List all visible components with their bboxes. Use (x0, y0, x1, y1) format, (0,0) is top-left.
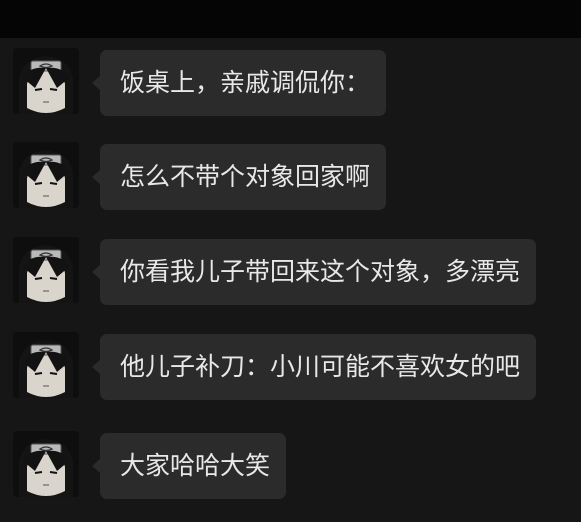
chat-area[interactable]: 饭桌上，亲戚调侃你： 怎么不带个对象回家啊 你看我儿子带回来这个对象，多漂亮 他… (0, 38, 581, 522)
chat-message: 他儿子补刀：小川可能不喜欢女的吧 (0, 326, 581, 400)
chat-message: 饭桌上，亲戚调侃你： (0, 42, 581, 116)
avatar-icon (13, 431, 79, 497)
avatar[interactable] (13, 431, 79, 497)
avatar[interactable] (13, 332, 79, 398)
message-bubble[interactable]: 他儿子补刀：小川可能不喜欢女的吧 (91, 334, 537, 400)
chat-message: 你看我儿子带回来这个对象，多漂亮 (0, 231, 581, 305)
top-bar (0, 0, 581, 38)
avatar[interactable] (13, 48, 79, 114)
avatar[interactable] (13, 142, 79, 208)
message-bubble[interactable]: 饭桌上，亲戚调侃你： (91, 50, 387, 116)
avatar-icon (13, 142, 79, 208)
avatar-icon (13, 332, 79, 398)
avatar-icon (13, 237, 79, 303)
avatar[interactable] (13, 237, 79, 303)
chat-message: 大家哈哈大笑 (0, 425, 581, 499)
message-bubble[interactable]: 大家哈哈大笑 (91, 433, 287, 499)
avatar-icon (13, 48, 79, 114)
message-bubble[interactable]: 你看我儿子带回来这个对象，多漂亮 (91, 239, 537, 305)
chat-message: 怎么不带个对象回家啊 (0, 136, 581, 210)
message-bubble[interactable]: 怎么不带个对象回家啊 (91, 144, 387, 210)
